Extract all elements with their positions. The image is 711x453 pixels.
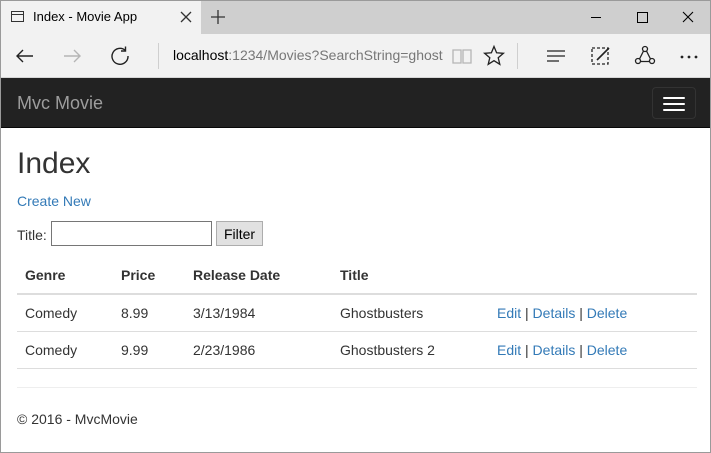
footer-text: © 2016 - MvcMovie: [17, 411, 138, 427]
search-form: Title: Filter: [17, 221, 417, 247]
toolbar-separator: [517, 43, 518, 69]
cell-price: 8.99: [113, 294, 185, 332]
delete-link[interactable]: Delete: [587, 342, 627, 358]
new-tab-icon[interactable]: [208, 7, 228, 27]
cell-actions: Edit | Details | Delete: [489, 331, 697, 369]
search-label: Title:: [17, 227, 47, 243]
forward-icon[interactable]: [58, 42, 86, 70]
cell-release-date: 2/23/1986: [185, 331, 332, 369]
hamburger-icon: [663, 109, 685, 111]
url-host: localhost: [173, 47, 229, 63]
cell-title: Ghostbusters: [332, 294, 489, 332]
maximize-icon[interactable]: [619, 1, 665, 34]
details-link[interactable]: Details: [533, 342, 576, 358]
column-header-price: Price: [113, 257, 185, 295]
reading-view-icon[interactable]: [448, 42, 476, 70]
column-header-actions: [489, 257, 697, 295]
share-icon[interactable]: [631, 42, 659, 70]
address-bar[interactable]: localhost:1234/Movies?SearchString=ghost: [173, 47, 443, 63]
web-note-icon[interactable]: [587, 42, 615, 70]
footer-divider: [17, 387, 697, 388]
url-path: :1234/Movies?SearchString=ghost: [228, 47, 443, 63]
cell-price: 9.99: [113, 331, 185, 369]
cell-actions: Edit | Details | Delete: [489, 294, 697, 332]
link-separator: |: [525, 304, 529, 321]
more-icon[interactable]: [675, 42, 703, 70]
details-link[interactable]: Details: [533, 305, 576, 321]
cell-genre: Comedy: [17, 294, 113, 332]
toolbar-separator: [158, 43, 159, 69]
hamburger-icon: [663, 97, 685, 99]
tab-close-icon[interactable]: [177, 8, 195, 26]
table-header-row: Genre Price Release Date Title: [17, 257, 697, 295]
refresh-icon[interactable]: [106, 42, 134, 70]
tab-page-icon: [11, 11, 24, 22]
browser-toolbar: localhost:1234/Movies?SearchString=ghost: [1, 34, 710, 78]
cell-genre: Comedy: [17, 331, 113, 369]
back-icon[interactable]: [11, 42, 39, 70]
favorite-star-icon[interactable]: [480, 42, 508, 70]
title-bar: Index - Movie App: [1, 1, 710, 34]
page-title: Index: [17, 147, 91, 180]
column-header-genre: Genre: [17, 257, 113, 295]
cell-release-date: 3/13/1984: [185, 294, 332, 332]
edit-link[interactable]: Edit: [497, 305, 521, 321]
nav-toggle-button[interactable]: [652, 87, 696, 119]
delete-link[interactable]: Delete: [587, 305, 627, 321]
hub-icon[interactable]: [542, 42, 570, 70]
minimize-icon[interactable]: [573, 1, 619, 34]
link-separator: |: [579, 304, 583, 321]
search-input[interactable]: [51, 221, 212, 246]
column-header-title: Title: [332, 257, 489, 295]
hamburger-icon: [663, 103, 685, 105]
table-row: Comedy 8.99 3/13/1984 Ghostbusters Edit …: [17, 294, 697, 332]
edit-link[interactable]: Edit: [497, 342, 521, 358]
table-row: Comedy 9.99 2/23/1986 Ghostbusters 2 Edi…: [17, 331, 697, 369]
tab-title: Index - Movie App: [33, 9, 138, 24]
site-navbar: Mvc Movie: [1, 78, 710, 128]
link-separator: |: [525, 341, 529, 358]
movies-table: Genre Price Release Date Title Comedy 8.…: [17, 257, 697, 369]
cell-title: Ghostbusters 2: [332, 331, 489, 369]
browser-window: Index - Movie App localhost:1234/Movies?…: [0, 0, 711, 453]
brand-link[interactable]: Mvc Movie: [17, 93, 103, 114]
column-header-release-date: Release Date: [185, 257, 332, 295]
window-close-icon[interactable]: [665, 1, 711, 34]
link-separator: |: [579, 341, 583, 358]
browser-tab[interactable]: Index - Movie App: [1, 1, 201, 34]
filter-button[interactable]: Filter: [216, 221, 263, 246]
create-new-link[interactable]: Create New: [17, 193, 91, 209]
